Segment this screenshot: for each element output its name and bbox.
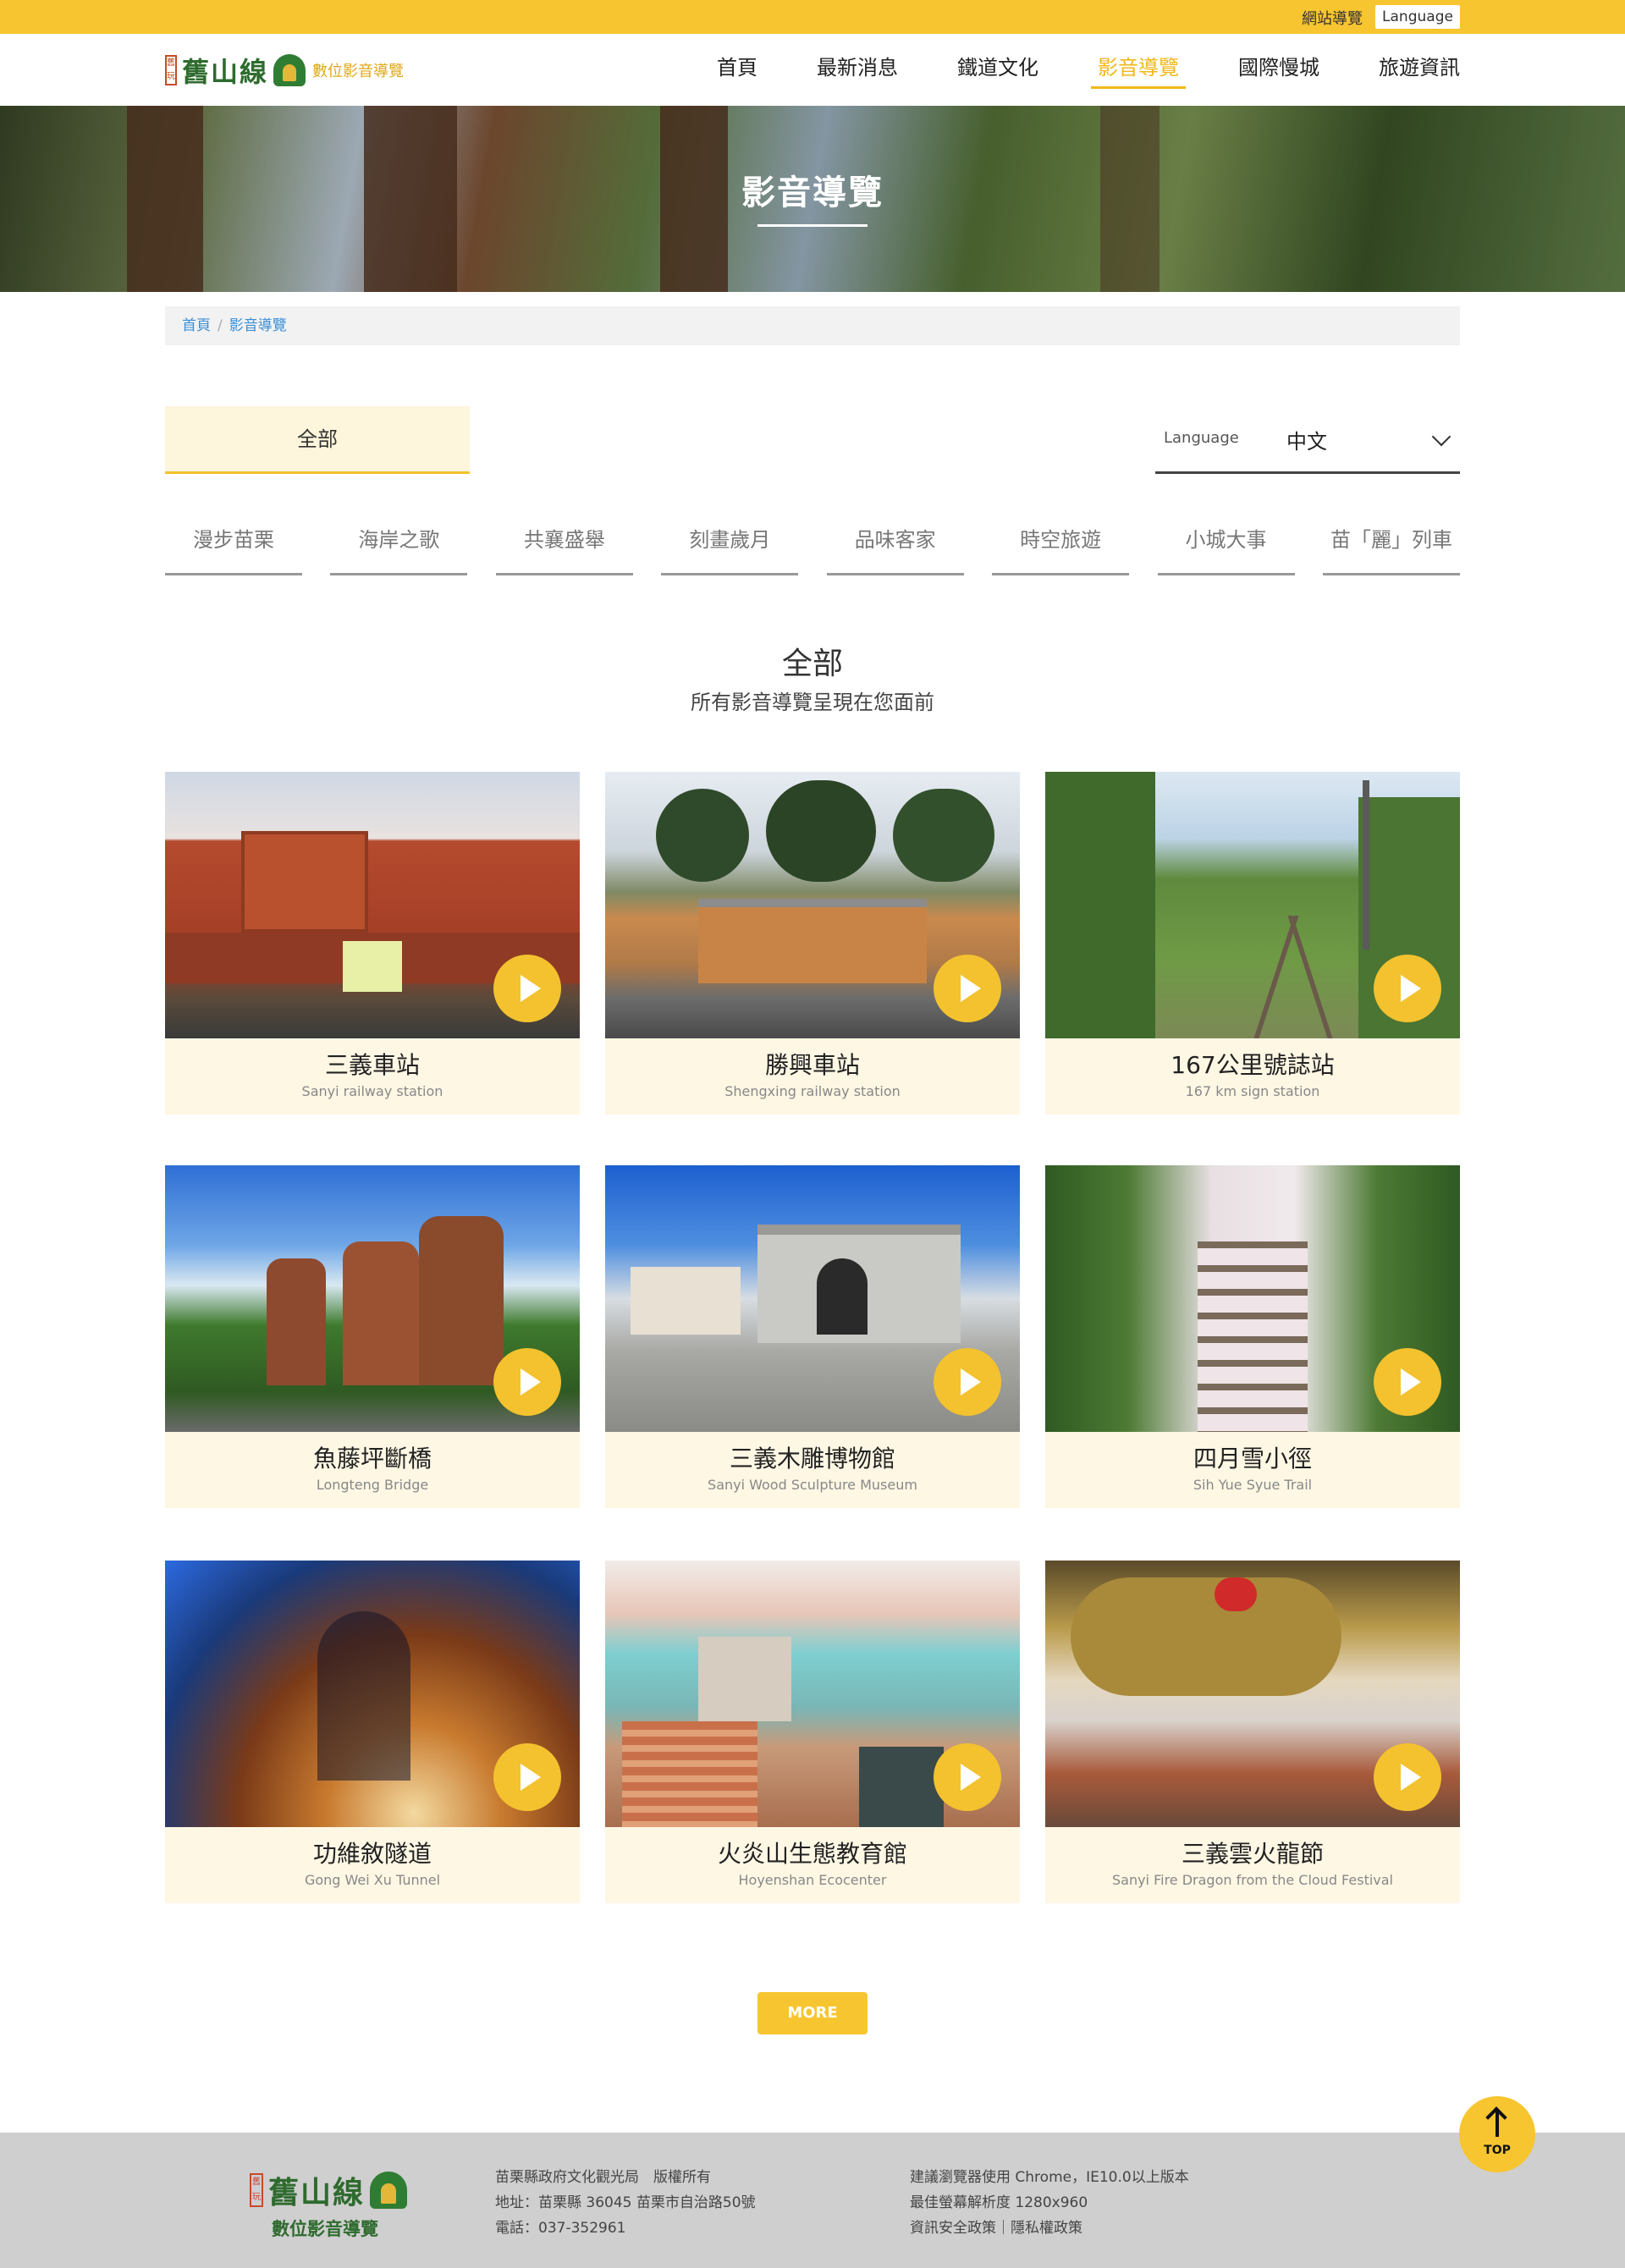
- back-to-top-label: TOP: [1484, 2144, 1511, 2157]
- language-select-value: 中文: [1286, 430, 1327, 454]
- video-subtitle: Sih Yue Syue Trail: [1193, 1477, 1313, 1493]
- page-title: 影音導覽: [741, 173, 884, 212]
- nav-travel-info[interactable]: 旅遊資訊: [1379, 34, 1460, 106]
- play-icon[interactable]: [493, 955, 561, 1022]
- footer-copyright: 苗栗縣政府文化觀光局 版權所有: [495, 2169, 711, 2186]
- video-title: 三義車站: [324, 1051, 420, 1079]
- logo-subtitle: 數位影音導覽: [312, 63, 405, 80]
- title-underline: [757, 224, 868, 227]
- chevron-down-icon: [1431, 427, 1451, 447]
- logo-seal: 舊玩: [165, 55, 177, 85]
- category-tab[interactable]: 海岸之歌: [330, 516, 468, 575]
- video-card[interactable]: 四月雪小徑 Sih Yue Syue Trail: [1045, 1165, 1460, 1508]
- video-subtitle: 167 km sign station: [1185, 1083, 1320, 1099]
- category-tab[interactable]: 漫步苗栗: [165, 516, 302, 575]
- video-title: 勝興車站: [764, 1051, 860, 1079]
- video-title: 火炎山生態教育館: [717, 1840, 907, 1868]
- video-subtitle: Sanyi Wood Sculpture Museum: [708, 1477, 917, 1493]
- nav-cittaslow[interactable]: 國際慢城: [1238, 34, 1319, 106]
- play-icon[interactable]: [934, 1348, 1001, 1416]
- language-select[interactable]: Language 中文: [1155, 406, 1460, 474]
- sitemap-link[interactable]: 網站導覽: [1302, 7, 1363, 29]
- nav-video-guide[interactable]: 影音導覽: [1091, 34, 1186, 106]
- language-button[interactable]: Language: [1375, 5, 1460, 29]
- video-subtitle: Sanyi railway station: [301, 1083, 443, 1099]
- language-select-label: Language: [1164, 429, 1239, 447]
- site-logo[interactable]: 舊玩 舊山線 數位影音導覽: [165, 52, 404, 88]
- tab-all[interactable]: 全部: [165, 406, 470, 474]
- video-card[interactable]: 三義雲火龍節 Sanyi Fire Dragon from the Cloud …: [1045, 1561, 1460, 1903]
- logo-name: 舊山線: [182, 56, 269, 88]
- nav-news[interactable]: 最新消息: [817, 34, 898, 106]
- play-icon[interactable]: [934, 955, 1001, 1022]
- main-nav: 首頁 最新消息 鐵道文化 影音導覽 國際慢城 旅遊資訊: [658, 34, 1460, 106]
- utility-bar: 網站導覽 Language: [0, 0, 1625, 34]
- category-tab[interactable]: 刻畫歲月: [661, 516, 799, 575]
- video-card[interactable]: 魚藤坪斷橋 Longteng Bridge: [165, 1165, 580, 1508]
- video-subtitle: Gong Wei Xu Tunnel: [304, 1872, 441, 1888]
- video-subtitle: Shengxing railway station: [724, 1083, 901, 1099]
- footer-phone: 電話：037-352961: [495, 2220, 626, 2237]
- breadcrumb-separator: /: [218, 317, 223, 334]
- back-to-top-button[interactable]: TOP: [1459, 2096, 1535, 2172]
- category-tab[interactable]: 小城大事: [1157, 516, 1295, 575]
- video-subtitle: Longteng Bridge: [316, 1477, 429, 1493]
- video-subtitle: Hoyenshan Ecocenter: [738, 1872, 887, 1888]
- tunnel-logo-icon: [370, 2172, 408, 2209]
- nav-home[interactable]: 首頁: [717, 34, 757, 106]
- footer-logo-subtitle: 數位影音導覽: [272, 2219, 378, 2239]
- video-card[interactable]: 三義木雕博物館 Sanyi Wood Sculpture Museum: [605, 1165, 1020, 1508]
- category-tab[interactable]: 共襄盛舉: [495, 516, 633, 575]
- category-tab[interactable]: 苗「麗」列車: [1322, 516, 1460, 575]
- video-title: 魚藤坪斷橋: [312, 1445, 432, 1473]
- play-icon[interactable]: [493, 1743, 561, 1811]
- site-header: 舊玩 舊山線 數位影音導覽 首頁 最新消息 鐵道文化 影音導覽 國際慢城 旅遊資…: [0, 34, 1625, 106]
- video-card[interactable]: 三義車站 Sanyi railway station: [165, 772, 580, 1115]
- footer-logo-seal: 舊玩: [250, 2173, 263, 2207]
- tunnel-logo-icon: [273, 54, 306, 86]
- section-subtitle: 所有影音導覽呈現在您面前: [691, 691, 934, 714]
- video-card[interactable]: 功維敘隧道 Gong Wei Xu Tunnel: [165, 1561, 580, 1903]
- category-tab[interactable]: 時空旅遊: [992, 516, 1130, 575]
- play-icon[interactable]: [1374, 1348, 1441, 1416]
- footer-address: 地址：苗栗縣 36045 苗栗市自治路50號: [495, 2194, 756, 2211]
- footer-info: 建議瀏覽器使用 Chrome，IE10.0以上版本 最佳螢幕解析度 1280x9…: [910, 2165, 1189, 2241]
- footer-resolution-note: 最佳螢幕解析度 1280x960: [910, 2194, 1088, 2211]
- breadcrumb-home[interactable]: 首頁: [182, 317, 211, 334]
- arrow-up-icon: [1496, 2111, 1499, 2137]
- video-title: 功維敘隧道: [312, 1840, 432, 1868]
- footer-logo-name: 舊山線: [268, 2175, 366, 2210]
- video-card[interactable]: 火炎山生態教育館 Hoyenshan Ecocenter: [605, 1561, 1020, 1903]
- nav-railway-culture[interactable]: 鐵道文化: [957, 34, 1038, 106]
- footer-logo[interactable]: 舊玩 舊山線 數位影音導覽: [250, 2168, 419, 2241]
- play-icon[interactable]: [493, 1348, 561, 1416]
- video-title: 三義雲火龍節: [1181, 1840, 1324, 1868]
- site-footer: 舊玩 舊山線 數位影音導覽 苗栗縣政府文化觀光局 版權所有 地址：苗栗縣 360…: [0, 2133, 1625, 2268]
- category-tab[interactable]: 品味客家: [826, 516, 964, 575]
- play-icon[interactable]: [934, 1743, 1001, 1811]
- footer-browser-note: 建議瀏覽器使用 Chrome，IE10.0以上版本: [910, 2169, 1189, 2186]
- play-icon[interactable]: [1374, 1743, 1441, 1811]
- page-banner: 影音導覽: [0, 106, 1625, 292]
- more-button[interactable]: MORE: [757, 1992, 868, 2034]
- breadcrumb-current[interactable]: 影音導覽: [229, 317, 287, 334]
- section-title: 全部: [781, 647, 843, 681]
- category-tabs: 漫步苗栗 海岸之歌 共襄盛舉 刻畫歲月 品味客家 時空旅遊 小城大事 苗「麗」列…: [165, 516, 1460, 575]
- breadcrumb: 首頁 / 影音導覽: [165, 306, 1460, 345]
- video-card[interactable]: 勝興車站 Shengxing railway station: [605, 772, 1020, 1115]
- video-card[interactable]: 167公里號誌站 167 km sign station: [1045, 772, 1460, 1115]
- video-subtitle: Sanyi Fire Dragon from the Cloud Festiva…: [1111, 1872, 1393, 1888]
- video-title: 三義木雕博物館: [729, 1445, 895, 1473]
- play-icon[interactable]: [1374, 955, 1441, 1022]
- footer-policy-links[interactable]: 資訊安全政策｜隱私權政策: [910, 2216, 1189, 2241]
- video-title: 四月雪小徑: [1193, 1445, 1312, 1473]
- video-title: 167公里號誌站: [1171, 1051, 1335, 1079]
- footer-contact: 苗栗縣政府文化觀光局 版權所有 地址：苗栗縣 36045 苗栗市自治路50號 電…: [495, 2165, 756, 2241]
